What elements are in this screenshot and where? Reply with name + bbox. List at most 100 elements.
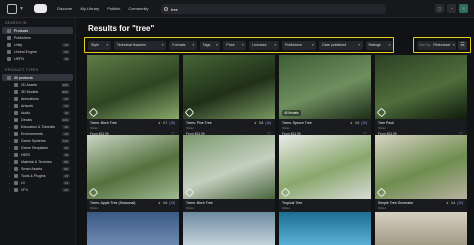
chevron-right-icon[interactable]: › xyxy=(9,118,12,122)
chevron-right-icon[interactable]: › xyxy=(9,104,12,108)
chevron-right-icon[interactable]: › xyxy=(9,111,12,115)
chevron-right-icon[interactable]: › xyxy=(9,174,12,178)
seller-name[interactable]: SiKas xyxy=(90,126,176,130)
product-thumbnail[interactable]: 45 Models xyxy=(279,55,371,119)
sidebar-item[interactable]: › Tools & Plugins 15 xyxy=(2,172,73,179)
sidebar-item[interactable]: › Audio 15 xyxy=(2,109,73,116)
chevron-right-icon[interactable]: › xyxy=(9,97,12,101)
sidebar-item[interactable]: › UI 24 xyxy=(2,179,73,186)
product-thumbnail[interactable] xyxy=(279,212,371,245)
nav-community[interactable]: Community xyxy=(128,6,148,11)
seller-name[interactable]: SiKas xyxy=(90,206,176,210)
bell-icon[interactable]: ◔ xyxy=(447,4,456,13)
product-thumbnail[interactable] xyxy=(183,55,275,119)
chevron-right-icon[interactable]: › xyxy=(9,132,12,136)
product-card[interactable]: Tropical TreeSiKas$9.99♡ xyxy=(279,135,371,219)
sidebar-item-label: HDRI xyxy=(21,152,30,157)
count-badge: 15 xyxy=(62,152,70,157)
filter-button[interactable]: Date published ▼ xyxy=(319,40,363,50)
count-badge: 1K xyxy=(62,42,70,47)
sidebar-item[interactable]: › Game Systems 122 xyxy=(2,137,73,144)
product-card[interactable] xyxy=(279,212,371,245)
avatar[interactable]: S xyxy=(459,4,468,13)
sidebar-item[interactable]: › VFX 2K xyxy=(2,186,73,193)
filter-button[interactable]: Publishers ▼ xyxy=(282,40,317,50)
product-card[interactable]: Trees: Birch Tree SiKas From $24.99 ★ 4.7 (15… xyxy=(87,55,179,139)
nav-discover[interactable]: Discover xyxy=(57,6,73,11)
nav-my-library[interactable]: My Library xyxy=(81,6,100,11)
sidebar-item[interactable]: › Decals 32K xyxy=(2,116,73,123)
sidebar-item[interactable]: › HDRI 15 xyxy=(2,151,73,158)
product-card[interactable] xyxy=(183,212,275,245)
nav-publish[interactable]: Publish xyxy=(107,6,120,11)
sidebar-item[interactable]: › 3D Models 82K xyxy=(2,88,73,95)
chevron-right-icon[interactable]: › xyxy=(9,153,12,157)
chevron-right-icon[interactable]: › xyxy=(9,83,12,87)
filter-button[interactable]: Ratings ▼ xyxy=(365,40,393,50)
product-card[interactable]: Trees: Pine Tree SiKas From $24.99 ★ 3.8 (16)… xyxy=(183,55,275,139)
seller-name[interactable]: SiKas xyxy=(378,206,464,210)
product-card[interactable]: 45 Models Trees: Spruce Tree SiKas From $24… xyxy=(279,55,371,139)
sidebar-item[interactable]: › Smart Assets 8K xyxy=(2,165,73,172)
seller-name[interactable]: SiKas xyxy=(186,206,272,210)
filter-button[interactable]: Licenses ▼ xyxy=(249,40,279,50)
sidebar-item[interactable]: › Material & Textures 8K xyxy=(2,158,73,165)
cart-icon[interactable]: ▢ xyxy=(435,4,444,13)
sidebar-item[interactable]: Unity 1K xyxy=(2,41,73,48)
product-card[interactable]: Tree Pack SiKas From $24.99 ♡ xyxy=(375,55,467,139)
sidebar-item[interactable]: › Artwork 1K xyxy=(2,102,73,109)
product-thumbnail[interactable] xyxy=(279,135,371,199)
filter-button[interactable]: Technical features ▼ xyxy=(113,40,167,50)
filter-button[interactable]: Tags ▼ xyxy=(199,40,221,50)
sidebar-item[interactable]: Unreal Engine 4K xyxy=(2,48,73,55)
sidebar-item[interactable]: Publishers xyxy=(2,34,73,41)
product-card[interactable]: Simple Tree GeneratorSiKas$24.99★4.4(10)… xyxy=(375,135,467,219)
product-thumbnail[interactable] xyxy=(375,212,467,245)
chevron-right-icon[interactable]: › xyxy=(9,167,12,171)
seller-name[interactable]: SiKas xyxy=(186,126,272,130)
filter-button[interactable]: Formats ▼ xyxy=(169,40,197,50)
unreal-engine-icon xyxy=(184,187,195,198)
sidebar-item[interactable]: › Environments 1K xyxy=(2,130,73,137)
seller-name[interactable]: SiKas xyxy=(378,126,464,130)
sidebar-item[interactable]: › 2D Assets 40K xyxy=(2,81,73,88)
chevron-right-icon[interactable]: › xyxy=(9,146,12,150)
chevron-right-icon[interactable]: › xyxy=(9,188,12,192)
sidebar-item-label: Education & Tutorials xyxy=(21,124,55,129)
product-thumbnail[interactable] xyxy=(87,135,179,199)
product-card[interactable] xyxy=(87,212,179,245)
app-logo-icon[interactable] xyxy=(7,3,17,14)
product-thumbnail[interactable] xyxy=(375,135,467,199)
product-thumbnail[interactable] xyxy=(87,55,179,119)
sidebar-item[interactable]: › Education & Tutorials 1K xyxy=(2,123,73,130)
chevron-right-icon[interactable]: › xyxy=(9,125,12,129)
product-thumbnail[interactable] xyxy=(87,212,179,245)
chevron-right-icon[interactable]: › xyxy=(9,90,12,94)
fab-logo[interactable] xyxy=(33,4,47,13)
sidebar-item[interactable]: › Game Templates 50 xyxy=(2,144,73,151)
chevron-right-icon[interactable]: › xyxy=(9,139,12,143)
product-card[interactable]: Trees: Apple Tree (Seasonal)SiKasFrom $2… xyxy=(87,135,179,219)
chevron-down-icon: ▼ xyxy=(452,43,456,47)
view-toggle-icon[interactable]: ☰ xyxy=(458,40,467,50)
sidebar-item[interactable]: All products xyxy=(2,74,73,81)
sort-select[interactable]: Sort by Relevance ▼ xyxy=(417,40,456,50)
product-thumbnail[interactable] xyxy=(183,135,275,199)
sidebar-item[interactable]: Products xyxy=(2,27,73,34)
chevron-right-icon[interactable]: › xyxy=(9,160,12,164)
seller-name[interactable]: SiKas xyxy=(282,206,368,210)
sidebar-item[interactable]: › Animations 1K xyxy=(2,95,73,102)
product-card[interactable] xyxy=(375,212,467,245)
product-thumbnail[interactable] xyxy=(375,55,467,119)
rating: ★ 4.7 (15) xyxy=(158,121,175,125)
filter-button[interactable]: Style ▼ xyxy=(88,40,111,50)
product-card[interactable]: Trees: Birch TreeSiKas$24.99♡ xyxy=(183,135,275,219)
product-thumbnail[interactable] xyxy=(183,212,275,245)
chevron-right-icon[interactable]: › xyxy=(9,181,12,185)
filter-button[interactable]: Price ▼ xyxy=(223,40,247,50)
sidebar-item[interactable]: UEFN 35 xyxy=(2,55,73,62)
search-input[interactable]: tree xyxy=(161,4,386,14)
seller-name[interactable]: SiKas xyxy=(282,126,368,130)
sort-label: Sort by xyxy=(419,43,431,47)
chevron-down-icon[interactable]: ▼ xyxy=(19,6,24,12)
